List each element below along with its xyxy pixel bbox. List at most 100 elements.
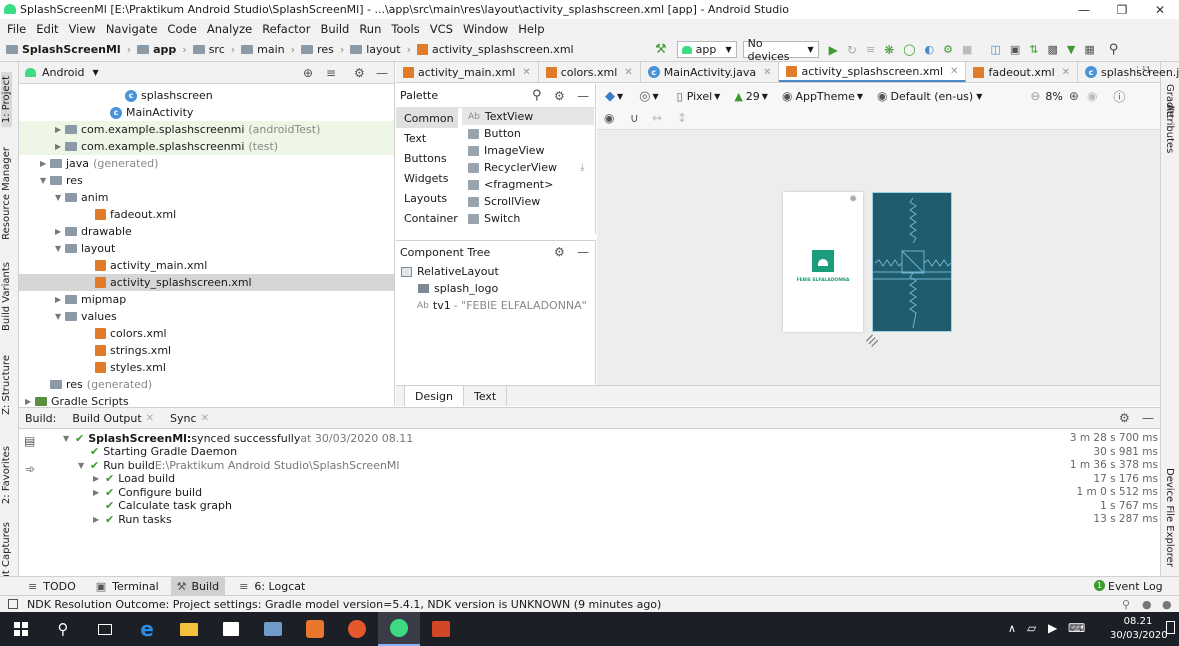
tree-item[interactable]: ▶ drawable: [19, 223, 394, 240]
tab-design[interactable]: Design: [404, 386, 464, 406]
palette-item[interactable]: ScrollView: [462, 193, 594, 210]
horizontal-resize-icon[interactable]: ↔: [652, 111, 662, 125]
close-build-output-icon[interactable]: ✕: [146, 413, 154, 424]
design-canvas[interactable]: FEBIE ELFALADONNA ✹ ☰: [597, 130, 1160, 385]
clock[interactable]: 08.21 30/03/2020: [1110, 615, 1168, 643]
chevron-down-icon[interactable]: ▼: [40, 176, 50, 185]
menu-vcs[interactable]: VCS: [425, 22, 458, 36]
palette-item[interactable]: ImageView: [462, 142, 594, 159]
tabs-overflow[interactable]: ⋮¹1: [1133, 66, 1151, 76]
chevron-right-icon[interactable]: ▶: [93, 474, 105, 483]
zoom-out-icon[interactable]: ⊖: [1030, 89, 1040, 103]
palette-category-text[interactable]: Text: [396, 128, 458, 148]
editor-tab[interactable]: colors.xml ✕: [539, 62, 641, 82]
close-tab-icon[interactable]: ✕: [1062, 67, 1070, 78]
chevron-right-icon[interactable]: ▶: [25, 397, 35, 406]
editor-tab[interactable]: activity_main.xml ✕: [396, 62, 539, 82]
edge-icon[interactable]: e: [126, 612, 168, 646]
tree-item[interactable]: activity_main.xml: [19, 257, 394, 274]
device-manager-icon[interactable]: ▼: [1067, 43, 1075, 56]
menu-edit[interactable]: Edit: [31, 22, 63, 36]
close-sync-icon[interactable]: ✕: [201, 413, 209, 424]
palette-item[interactable]: Switch: [462, 210, 594, 227]
palette-category-common[interactable]: Common: [396, 108, 458, 128]
palette-item[interactable]: Ab TextView: [462, 108, 594, 125]
chevron-right-icon[interactable]: ▶: [55, 295, 65, 304]
tree-item[interactable]: res (generated): [19, 376, 394, 393]
stop-icon[interactable]: ■: [962, 43, 972, 56]
build-row[interactable]: ▼ ✔ Run build E:\Praktikum Android Studio\…: [78, 458, 399, 472]
menu-run[interactable]: Run: [354, 22, 386, 36]
menu-help[interactable]: Help: [513, 22, 549, 36]
chevron-down-icon[interactable]: ▼: [55, 193, 65, 202]
tool-attributes[interactable]: Attributes: [1164, 104, 1175, 153]
palette-category-widgets[interactable]: Widgets: [396, 168, 458, 188]
close-tab-icon[interactable]: ✕: [763, 67, 771, 78]
component-splash-logo[interactable]: splash_logo: [396, 280, 595, 297]
tree-item[interactable]: ▶ com.example.splashscreenmi (androidTest): [19, 121, 394, 138]
build-row[interactable]: ▶ ✔ Run tasks: [93, 512, 172, 526]
pin-icon[interactable]: ➾: [25, 462, 35, 476]
menu-build[interactable]: Build: [315, 22, 354, 36]
close-tab-icon[interactable]: ✕: [950, 66, 958, 77]
avd-manager-icon[interactable]: ▣: [1010, 43, 1020, 56]
project-structure-icon[interactable]: ▦: [1084, 43, 1094, 56]
breadcrumb-item[interactable]: layout ›: [350, 43, 411, 56]
vertical-resize-icon[interactable]: ↕: [677, 111, 687, 125]
coverage-icon[interactable]: ⚙: [943, 43, 953, 56]
tool-build-variants[interactable]: Build Variants: [1, 262, 12, 331]
chevron-right-icon[interactable]: ▶: [93, 488, 105, 497]
sync-project-icon[interactable]: ◫: [990, 43, 1000, 56]
menu-view[interactable]: View: [64, 22, 101, 36]
powerpoint-icon[interactable]: [420, 612, 462, 646]
editor-tab[interactable]: activity_splashscreen.xml ✕: [779, 62, 967, 82]
event-log[interactable]: Event Log: [1108, 580, 1163, 593]
breadcrumb-item[interactable]: src ›: [192, 43, 235, 56]
keyboard-icon[interactable]: ⌨: [1068, 621, 1085, 635]
breadcrumb-item[interactable]: app ›: [137, 43, 187, 56]
editor-tab[interactable]: csplashscreen.java✕: [1078, 62, 1179, 82]
store-icon[interactable]: [210, 612, 252, 646]
resize-handle-icon[interactable]: ☰: [864, 332, 882, 350]
eye-icon[interactable]: ◉: [604, 111, 614, 125]
tool-terminal[interactable]: Terminal: [112, 580, 159, 593]
palette-category-buttons[interactable]: Buttons: [396, 148, 458, 168]
tree-item[interactable]: ▼ res: [19, 172, 394, 189]
build-row[interactable]: ▼ ✔ SplashScreenMl: synced successfully at…: [63, 431, 413, 445]
action-center-icon[interactable]: [1166, 621, 1175, 634]
zoom-in-icon[interactable]: ⊕: [1069, 89, 1079, 103]
download-icon[interactable]: ⤓: [580, 162, 584, 173]
palette-item[interactable]: Button: [462, 125, 594, 142]
palette-category-container[interactable]: Container: [396, 208, 458, 228]
menu-analyze[interactable]: Analyze: [202, 22, 257, 36]
windows-start-icon[interactable]: [0, 612, 42, 646]
tree-item[interactable]: c splashscreen: [19, 87, 394, 104]
debug-icon[interactable]: ❋: [884, 43, 894, 57]
tool-todo[interactable]: TODO: [43, 580, 76, 593]
layers-icon[interactable]: ◆: [605, 89, 615, 104]
task-view-icon[interactable]: [84, 612, 126, 646]
tool-structure[interactable]: Z: Structure: [1, 355, 12, 415]
project-view-select[interactable]: Android: [42, 66, 85, 79]
tray-chevron-icon[interactable]: ∧: [1008, 622, 1016, 635]
tree-item[interactable]: activity_splashscreen.xml: [19, 274, 394, 291]
tree-item[interactable]: colors.xml: [19, 325, 394, 342]
collapse-all-icon[interactable]: ≡: [326, 66, 336, 80]
close-tab-icon[interactable]: ✕: [624, 67, 632, 78]
device-select[interactable]: No devices ▼: [742, 37, 819, 63]
breadcrumb-item[interactable]: SplashScreenMl ›: [6, 43, 131, 56]
breadcrumb-item[interactable]: activity_splashscreen.xml: [416, 43, 574, 56]
chevron-right-icon[interactable]: ▶: [55, 227, 65, 236]
close-button[interactable]: ✕: [1141, 0, 1179, 19]
tab-build-output[interactable]: Build Output: [72, 412, 141, 425]
device-select[interactable]: Pixel: [687, 90, 712, 103]
chevron-down-icon[interactable]: ▼: [55, 312, 65, 321]
build-row[interactable]: ▶ ✔ Configure build: [93, 485, 202, 499]
build-row[interactable]: ▶ ✔ Load build: [93, 472, 175, 486]
menu-refactor[interactable]: Refactor: [257, 22, 315, 36]
breadcrumb-item[interactable]: res ›: [301, 43, 344, 56]
palette-search-icon[interactable]: ⚲: [532, 88, 542, 103]
tree-item[interactable]: ▼ layout: [19, 240, 394, 257]
lock-icon[interactable]: ⚲: [1122, 598, 1130, 611]
tree-item[interactable]: ▶ java (generated): [19, 155, 394, 172]
